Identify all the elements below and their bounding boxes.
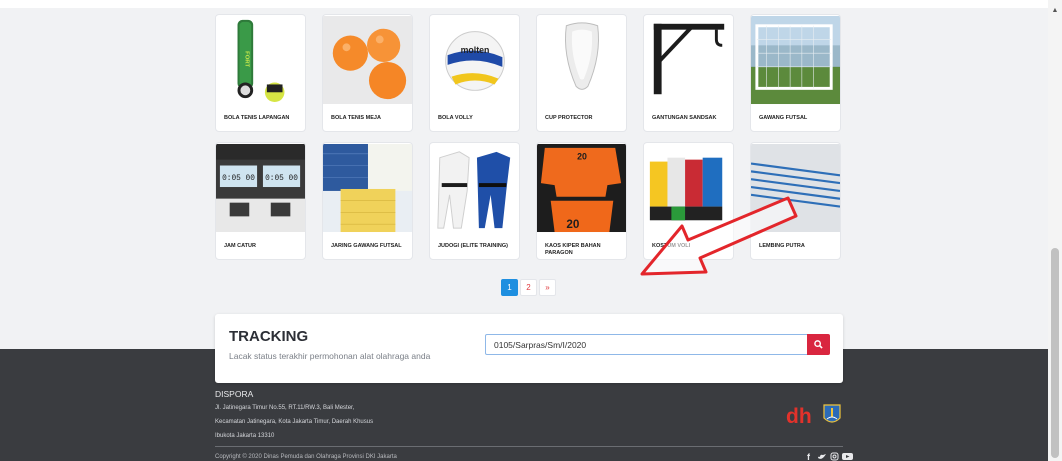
product-card[interactable]: CUP PROTECTOR [536, 14, 627, 132]
svg-text:f: f [807, 452, 811, 461]
footer-org-name: DISPORA [215, 389, 254, 399]
dki-jakarta-emblem-icon [823, 404, 841, 423]
sandbag-hanger-image [644, 15, 733, 105]
product-name: JARING GAWANG FUTSAL [331, 243, 402, 249]
product-name: CUP PROTECTOR [545, 115, 593, 121]
scroll-up-icon[interactable]: ▲ [1050, 6, 1060, 16]
footer-address-line-1: Jl. Jatinegara Timur No.55, RT.11/RW.3, … [215, 405, 355, 411]
tracking-panel: TRACKING Lacak status terakhir permohona… [215, 314, 843, 383]
product-card[interactable]: JUDOGI (ELITE TRAINING) [429, 142, 520, 260]
product-card[interactable]: KOSTUM VOLI [643, 142, 734, 260]
facebook-icon[interactable]: f [805, 452, 814, 461]
pagination: 1 2 » [501, 279, 556, 296]
chess-clock-image: 0:05 00 0:05 00 [216, 143, 305, 233]
volleyball-image: molten [430, 15, 519, 105]
youtube-icon[interactable] [842, 452, 853, 461]
shirt-number-bottom: 20 [566, 218, 580, 231]
search-icon [814, 340, 823, 349]
tracking-search-button[interactable] [807, 334, 830, 355]
clock-left-text: 0:05 00 [222, 174, 255, 183]
product-name: BOLA TENIS MEJA [331, 115, 381, 121]
tracking-subtitle: Lacak status terakhir permohonan alat ol… [229, 351, 431, 361]
product-card[interactable]: JARING GAWANG FUTSAL [322, 142, 413, 260]
product-card[interactable]: LEMBING PUTRA [750, 142, 841, 260]
page-1-button[interactable]: 1 [501, 279, 518, 296]
page: FORT BOLA TENIS LAPANGAN BOLA TENIS MEJA [0, 0, 1048, 461]
product-card[interactable]: GANTUNGAN SANDSAK [643, 14, 734, 132]
product-name: GANTUNGAN SANDSAK [652, 115, 717, 121]
product-grid: FORT BOLA TENIS LAPANGAN BOLA TENIS MEJA [215, 14, 843, 260]
futsal-net-image [323, 143, 412, 233]
tracking-title: TRACKING [229, 328, 309, 345]
product-card[interactable]: FORT BOLA TENIS LAPANGAN [215, 14, 306, 132]
tennis-ball-can-image: FORT [216, 15, 305, 105]
product-card[interactable]: BOLA TENIS MEJA [322, 14, 413, 132]
product-card[interactable]: 20 20 KAOS KIPER BAHAN PARAGON [536, 142, 627, 260]
tracking-number-input[interactable] [485, 334, 809, 355]
dispora-logo-text: dh [786, 405, 812, 426]
footer-address-line-3: Ibukota Jakarta 13310 [215, 433, 275, 439]
scrollbar-thumb[interactable] [1051, 248, 1059, 458]
footer-address-line-2: Kecamatan Jatinegara, Kota Jakarta Timur… [215, 419, 374, 425]
footer-copyright: Copyright © 2020 Dinas Pemuda dan Olahra… [215, 454, 397, 460]
clock-right-text: 0:05 00 [265, 174, 298, 183]
futsal-goal-image [751, 15, 840, 105]
instagram-icon[interactable] [830, 452, 839, 461]
social-links: f [805, 452, 853, 461]
dispora-logo-icon: dh [786, 405, 812, 426]
goalkeeper-shirt-image: 20 20 [537, 143, 626, 233]
judogi-image [430, 143, 519, 233]
product-name: BOLA TENIS LAPANGAN [224, 115, 290, 121]
product-card[interactable]: GAWANG FUTSAL [750, 14, 841, 132]
product-name: JAM CATUR [224, 243, 256, 249]
product-name: KAOS KIPER BAHAN PARAGON [545, 243, 601, 257]
ping-pong-balls-image [323, 15, 412, 105]
product-name: JUDOGI (ELITE TRAINING) [438, 243, 508, 249]
footer-divider [215, 446, 843, 447]
product-card[interactable]: molten BOLA VOLLY [429, 14, 520, 132]
javelin-image [751, 143, 840, 233]
ball-brand-text: molten [461, 45, 490, 55]
product-name: KOSTUM VOLI [652, 243, 691, 249]
footer-logos: dh [785, 404, 841, 426]
volleyball-costume-image [644, 143, 733, 233]
page-2-button[interactable]: 2 [520, 279, 537, 296]
can-label-text: FORT [243, 51, 249, 67]
product-card[interactable]: 0:05 00 0:05 00 JAM CATUR [215, 142, 306, 260]
product-name: LEMBING PUTRA [759, 243, 805, 249]
product-name: BOLA VOLLY [438, 115, 473, 121]
cup-protector-image [537, 15, 626, 105]
product-name: GAWANG FUTSAL [759, 115, 808, 121]
next-page-button[interactable]: » [539, 279, 556, 296]
twitter-icon[interactable] [817, 452, 827, 461]
shirt-number-top: 20 [577, 152, 587, 162]
